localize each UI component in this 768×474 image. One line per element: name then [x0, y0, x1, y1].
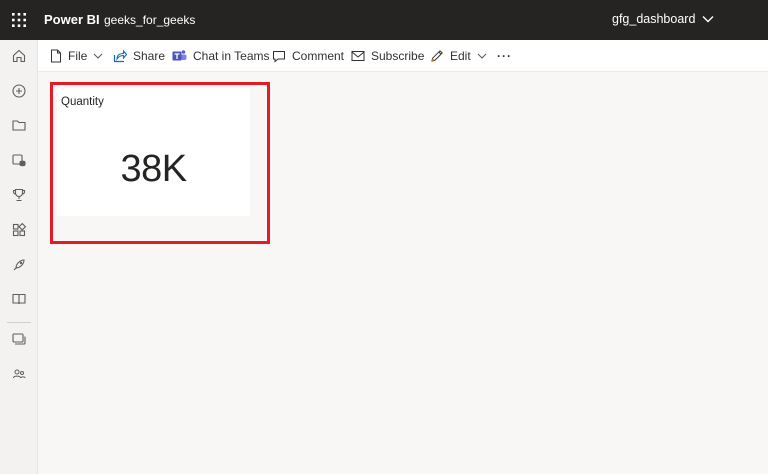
chevron-down-icon [477, 53, 487, 59]
home-icon [11, 48, 27, 69]
nav-goals[interactable] [0, 182, 38, 212]
apps-icon [11, 222, 27, 243]
subscribe-button[interactable]: Subscribe [351, 40, 424, 72]
subscribe-label: Subscribe [371, 49, 425, 63]
nav-divider [7, 322, 31, 323]
file-icon [50, 49, 62, 63]
quantity-card-tile[interactable]: Quantity 38K [57, 88, 250, 216]
create-icon [11, 83, 27, 104]
report-selector[interactable]: gfg_dashboard [612, 12, 714, 26]
chevron-down-icon [702, 15, 714, 23]
card-value: 38K [120, 148, 187, 190]
nav-apps[interactable] [0, 217, 38, 247]
pencil-icon [430, 49, 444, 63]
comment-icon [272, 50, 286, 63]
nav-home[interactable] [0, 43, 38, 73]
more-options-icon: ··· [497, 49, 512, 63]
comment-label: Comment [292, 49, 345, 63]
share-label: Share [133, 49, 166, 63]
chat-in-teams-button[interactable]: Chat in Teams [172, 40, 269, 72]
report-toolbar: File Share Chat in Teams Comment Subscri… [38, 40, 768, 72]
chat-in-teams-label: Chat in Teams [193, 49, 270, 63]
teams-icon [172, 49, 187, 63]
file-label: File [68, 49, 88, 63]
share-button[interactable]: Share [113, 40, 165, 72]
chevron-down-icon [93, 53, 103, 59]
nav-browse[interactable] [0, 112, 38, 142]
app-name[interactable]: Power BI [44, 12, 100, 27]
browse-icon [11, 117, 27, 138]
workspaces-icon [11, 291, 27, 312]
my-workspace-icon [11, 331, 27, 352]
edit-label: Edit [450, 49, 471, 63]
app-launcher-icon[interactable] [0, 0, 38, 40]
mail-icon [351, 50, 365, 62]
data-hub-icon [11, 152, 27, 173]
top-bar: Power BI geeks_for_geeks gfg_dashboard [0, 0, 768, 40]
nav-workspaces[interactable] [0, 286, 38, 316]
nav-create[interactable] [0, 78, 38, 108]
report-name: gfg_dashboard [612, 12, 696, 26]
comment-button[interactable]: Comment [272, 40, 344, 72]
goals-icon [11, 187, 27, 208]
nav-data-hub[interactable] [0, 147, 38, 177]
nav-my-workspace[interactable] [0, 326, 38, 356]
edit-button[interactable]: Edit [430, 40, 487, 72]
share-icon [113, 49, 127, 63]
people-icon [11, 366, 27, 387]
card-title: Quantity [61, 96, 104, 108]
learn-icon [11, 257, 27, 278]
more-options-button[interactable]: ··· [497, 40, 512, 72]
left-nav [0, 40, 38, 474]
nav-people[interactable] [0, 361, 38, 391]
nav-learn[interactable] [0, 252, 38, 282]
workspace-breadcrumb[interactable]: geeks_for_geeks [104, 13, 195, 27]
file-menu-button[interactable]: File [50, 40, 103, 72]
